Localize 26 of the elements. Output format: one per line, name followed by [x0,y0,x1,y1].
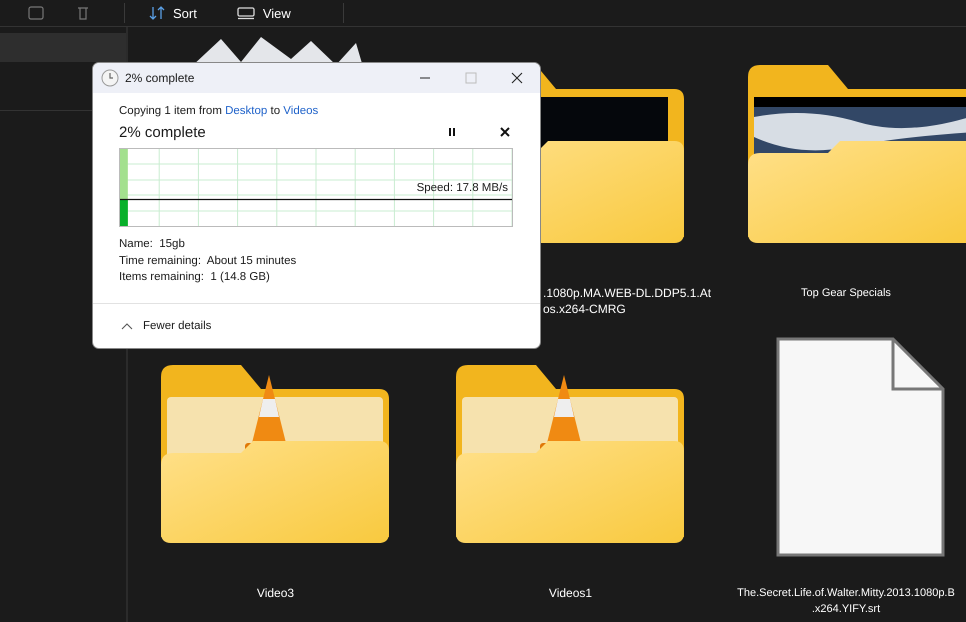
pause-icon[interactable] [446,126,458,138]
file-name: The.Secret.Life.of.Walter.Mitty.2013.1080p.B .x264.YIFY.srt [736,586,956,617]
clock-icon [101,69,119,87]
details-toggle[interactable]: Fewer details [121,320,212,332]
cancel-icon[interactable] [499,126,511,138]
chevron-icon [121,322,133,330]
file-name: Videos1 [548,585,592,601]
window-title: 2% complete [125,71,194,85]
sort-button[interactable]: Sort [143,4,203,22]
share-icon[interactable] [28,6,44,20]
sort-icon [149,6,165,20]
copy-status-text: Copying 1 item from Desktop to Videos [119,105,320,117]
file-name: .1080p.MA.WEB-DL.DDP5.1.At os.x264-CMRG [543,285,712,317]
detail-text: Name: 15gb [119,237,186,252]
detail-text: Time remaining: About 15 minutes [119,254,298,268]
close-icon [511,72,523,84]
view-button[interactable]: View [230,4,297,22]
maximize-icon [465,72,477,84]
file-name: Video3 [256,585,294,601]
speed-label: Speed: 17.8 MB/s [416,182,508,194]
folder-link[interactable]: Videos [283,105,318,117]
progress-heading: 2% complete [119,124,207,140]
detail-text: Items remaining: 1 (14.8 GB) [119,270,271,285]
folder-link[interactable]: Desktop [225,105,268,117]
file-name: Top Gear Specials [800,286,892,301]
view-icon [236,6,255,20]
